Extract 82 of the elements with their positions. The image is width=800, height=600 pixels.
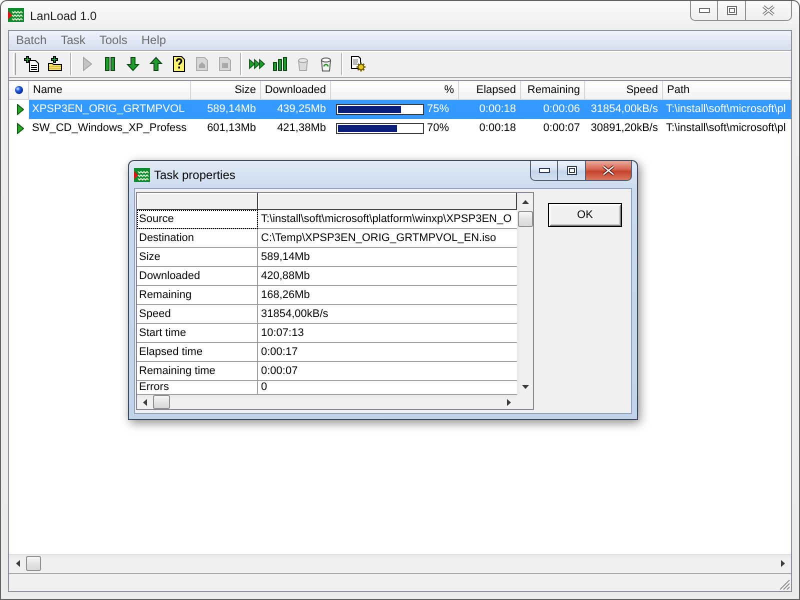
column-header[interactable]: Size	[191, 81, 261, 100]
table-cell: Start time	[137, 324, 258, 343]
table-cell: Remaining	[137, 286, 258, 305]
table-cell: Source	[137, 210, 258, 229]
close-icon	[762, 5, 775, 16]
table-cell-text: XPSP3EN_ORIG_GRTMPVOL	[31, 102, 186, 117]
column-header[interactable]: Speed	[585, 81, 663, 100]
table-cell-text: SW_CD_Windows_XP_Profess	[31, 121, 188, 136]
scroll-thumb[interactable]	[518, 211, 532, 227]
arrow-right-icon[interactable]	[507, 398, 511, 406]
table-cell: Size	[137, 248, 258, 267]
minimize-icon	[538, 168, 550, 173]
table-cell: Remaining time	[137, 362, 258, 381]
minimize-button[interactable]	[690, 1, 718, 21]
table-cell-text: 31854,00kB/s	[590, 102, 659, 117]
table-cell-text: 601,13Mb	[206, 121, 257, 136]
window-title: LanLoad 1.0	[30, 8, 97, 24]
table-cell-text: 439,25Mb	[276, 102, 327, 117]
table-cell-text: 0:00:18	[478, 102, 517, 117]
table-cell: 31854,00kB/s	[258, 305, 517, 324]
table-cell: Errors	[137, 381, 258, 395]
arrow-right-icon[interactable]	[780, 560, 784, 566]
vertical-scrollbar[interactable]	[517, 193, 533, 395]
table-cell: T:\install\soft\microsoft\platform\winxp\XPSP3EN_O	[258, 210, 517, 229]
table-cell: C:\Temp\XPSP3EN_ORIG_GRTMPVOL_EN.iso	[258, 229, 517, 248]
table-cell-text: 0:00:07	[542, 121, 581, 136]
maximize-icon	[566, 166, 576, 175]
column-header[interactable]: %	[331, 81, 459, 100]
percent-label: 75%	[427, 102, 450, 117]
maximize-icon	[726, 6, 736, 15]
maximize-button[interactable]	[718, 1, 746, 21]
table-cell: 420,88Mb	[258, 267, 517, 286]
arrow-up-icon[interactable]	[522, 200, 528, 204]
arrow-left-icon[interactable]	[143, 398, 147, 406]
table-cell-text: 589,14Mb	[206, 102, 257, 117]
table-cell-text: T:\install\soft\microsoft\pl	[665, 102, 787, 117]
minimize-icon	[698, 8, 710, 13]
menu-item[interactable]: Task	[54, 32, 92, 49]
column-header[interactable]: Name	[29, 81, 191, 100]
arrow-left-icon[interactable]	[16, 560, 20, 566]
play-icon	[16, 123, 24, 134]
toolbar-grip[interactable]	[13, 53, 16, 75]
app-icon	[134, 168, 150, 182]
table-cell: 168,26Mb	[258, 286, 517, 305]
scroll-thumb[interactable]	[153, 395, 170, 409]
table-cell: Elapsed time	[137, 343, 258, 362]
menu-item[interactable]: Tools	[92, 32, 134, 49]
table-cell-text: 421,38Mb	[276, 121, 327, 136]
ok-button[interactable]: OK	[548, 203, 622, 227]
resize-grip-icon[interactable]	[779, 579, 790, 590]
arrow-down-icon[interactable]	[522, 385, 528, 389]
dialog-title: Task properties	[154, 167, 236, 183]
table-cell-text: 0:00:18	[478, 121, 517, 136]
minimize-button[interactable]	[530, 161, 558, 181]
horizontal-scrollbar[interactable]	[9, 554, 791, 571]
close-icon	[602, 165, 615, 176]
scroll-thumb[interactable]	[26, 556, 41, 570]
horizontal-scrollbar[interactable]	[137, 395, 517, 409]
menu-item[interactable]: Batch	[9, 32, 54, 49]
app-icon	[8, 8, 24, 22]
ball-icon	[14, 86, 22, 94]
column-header[interactable]: Remaining	[521, 81, 585, 100]
column-header[interactable]	[9, 81, 29, 100]
table-cell-text: T:\install\soft\microsoft\pl	[665, 121, 787, 136]
table-cell: Speed	[137, 305, 258, 324]
column-header[interactable]: Path	[663, 81, 791, 100]
table-cell: Destination	[137, 229, 258, 248]
table-cell: 0	[258, 381, 517, 395]
table-cell: 589,14Mb	[258, 248, 517, 267]
percent-label: 70%	[427, 121, 450, 136]
close-button[interactable]	[586, 161, 632, 181]
table-cell-text: 30891,20kB/s	[590, 121, 659, 136]
maximize-button[interactable]	[558, 161, 586, 181]
table-cell: Downloaded	[137, 267, 258, 286]
column-header[interactable]: Elapsed	[459, 81, 521, 100]
play-icon	[16, 104, 24, 115]
menu-item[interactable]: Help	[134, 32, 174, 49]
table-cell: 10:07:13	[258, 324, 517, 343]
table-cell: 0:00:07	[258, 362, 517, 381]
table-cell: 0:00:17	[258, 343, 517, 362]
table-cell-text: 0:00:06	[542, 102, 581, 117]
column-header[interactable]: Downloaded	[261, 81, 331, 100]
